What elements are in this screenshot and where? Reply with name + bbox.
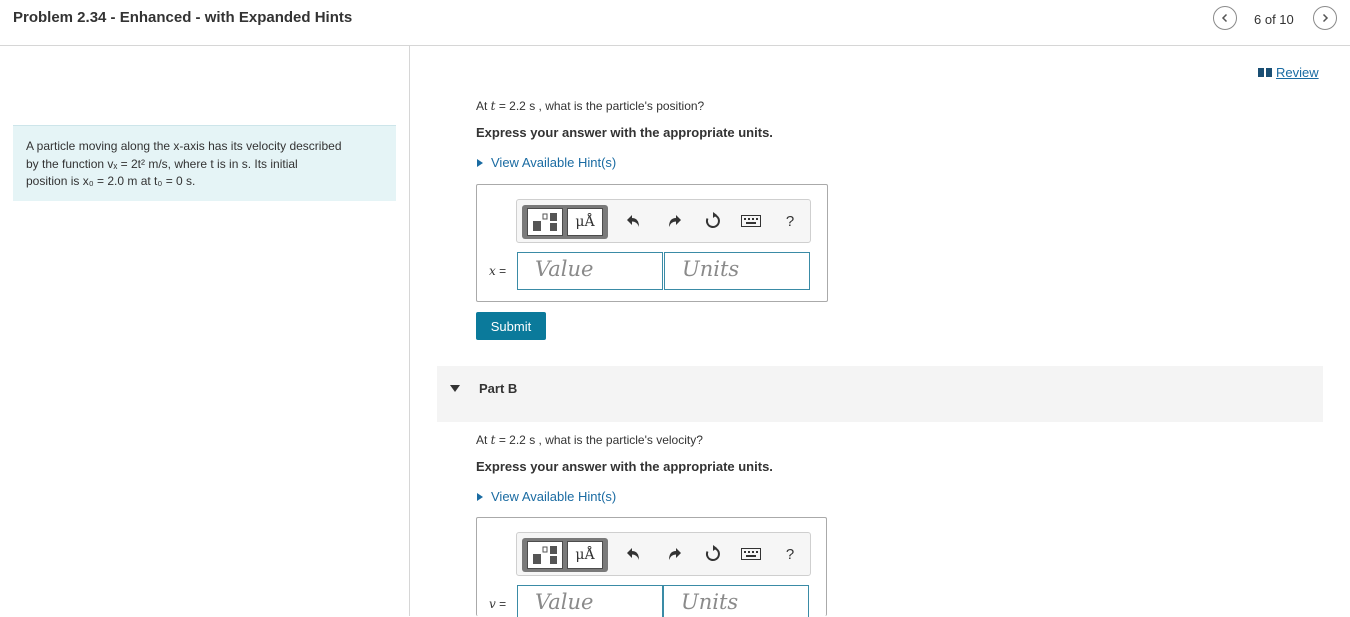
redo-button[interactable]: [663, 543, 685, 565]
caret-right-icon: [477, 158, 483, 167]
review-link[interactable]: Review: [1258, 65, 1319, 80]
templates-icon: [533, 213, 557, 231]
undo-button[interactable]: [623, 543, 645, 565]
math-toolbar: μÅ ?: [516, 532, 811, 576]
prev-problem-button[interactable]: [1213, 6, 1237, 30]
templates-icon: [533, 546, 557, 564]
units-button[interactable]: μÅ: [567, 541, 603, 569]
book-icon: [1258, 68, 1272, 77]
math-toolbar: μÅ ?: [516, 199, 811, 243]
problem-line-2: by the function vₓ = 2t² m/s, where t is…: [26, 156, 298, 171]
question-prefix: At: [476, 433, 491, 447]
keyboard-icon: [741, 215, 761, 227]
part-b-answer-box: μÅ ? v = Value Units: [476, 517, 827, 617]
problem-line-3: position is x₀ = 2.0 m at t₀ = 0 s.: [26, 174, 196, 188]
keyboard-icon: [741, 548, 761, 560]
part-b-instructions: Express your answer with the appropriate…: [476, 459, 773, 474]
problem-statement: A particle moving along the x-axis has i…: [13, 125, 396, 201]
templates-button[interactable]: [527, 541, 563, 569]
problem-line-1: A particle moving along the x-axis has i…: [26, 139, 342, 153]
undo-icon: [627, 215, 639, 227]
part-a-variable-label: x =: [489, 264, 507, 278]
submit-button[interactable]: Submit: [476, 312, 546, 340]
variable-symbol: x: [489, 264, 496, 278]
part-a-value-input[interactable]: Value: [517, 252, 663, 290]
question-text: = 2.2 s , what is the particle's positio…: [495, 99, 705, 113]
part-a-units-input[interactable]: Units: [664, 252, 810, 290]
reset-button[interactable]: [702, 543, 724, 565]
part-a-question: At t = 2.2 s , what is the particle's po…: [476, 99, 704, 113]
caret-down-icon: [450, 385, 460, 392]
template-button-group: μÅ: [522, 205, 608, 239]
part-a-instructions: Express your answer with the appropriate…: [476, 125, 773, 140]
help-button[interactable]: ?: [779, 210, 801, 232]
hint-label: View Available Hint(s): [491, 489, 617, 504]
hint-label: View Available Hint(s): [491, 155, 617, 170]
template-button-group: μÅ: [522, 538, 608, 572]
templates-button[interactable]: [527, 208, 563, 236]
problem-counter: 6 of 10: [1254, 12, 1294, 27]
redo-icon: [669, 548, 681, 560]
variable-symbol: v: [489, 597, 496, 611]
part-a-answer-box: μÅ ? x = Value Units: [476, 184, 828, 302]
part-b-question: At t = 2.2 s , what is the particle's ve…: [476, 433, 703, 447]
page-title: Problem 2.34 - Enhanced - with Expanded …: [13, 9, 353, 26]
part-b-hint-toggle[interactable]: View Available Hint(s): [477, 489, 616, 504]
part-b-header[interactable]: [437, 366, 1323, 422]
redo-icon: [669, 215, 681, 227]
review-label: Review: [1276, 65, 1319, 80]
part-b-label: Part B: [479, 381, 518, 396]
question-text: = 2.2 s , what is the particle's velocit…: [495, 433, 703, 447]
redo-button[interactable]: [663, 210, 685, 232]
part-b-variable-label: v =: [489, 597, 507, 611]
reset-button[interactable]: [702, 210, 724, 232]
reset-icon: [705, 545, 720, 561]
question-prefix: At: [476, 99, 491, 113]
chevron-left-icon: [1221, 13, 1228, 23]
next-problem-button[interactable]: [1313, 6, 1337, 30]
pane-divider: [409, 45, 410, 616]
keyboard-button[interactable]: [740, 210, 762, 232]
help-button[interactable]: ?: [779, 543, 801, 565]
reset-icon: [705, 212, 720, 228]
units-button[interactable]: μÅ: [567, 208, 603, 236]
undo-button[interactable]: [623, 210, 645, 232]
undo-icon: [627, 548, 639, 560]
part-b-units-input[interactable]: Units: [663, 585, 809, 617]
part-b-value-input[interactable]: Value: [517, 585, 663, 617]
chevron-right-icon: [1322, 13, 1329, 23]
keyboard-button[interactable]: [740, 543, 762, 565]
caret-right-icon: [477, 492, 483, 501]
part-a-hint-toggle[interactable]: View Available Hint(s): [477, 155, 616, 170]
